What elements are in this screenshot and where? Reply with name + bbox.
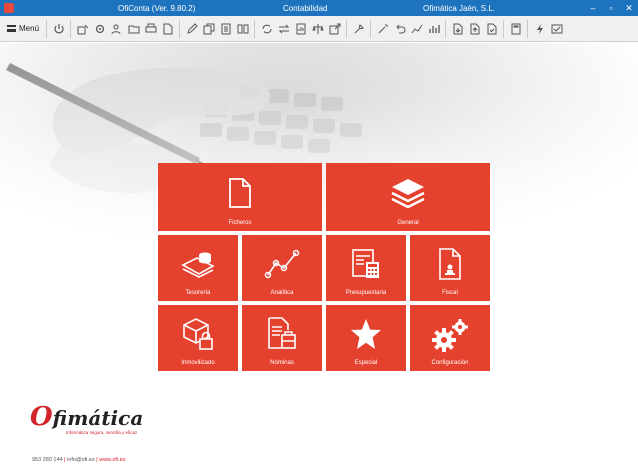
toolbar-separator <box>370 19 372 38</box>
hamburger-icon <box>7 25 16 32</box>
tile-label: Tesorería <box>185 290 211 296</box>
toolbar: Menú <box>0 16 638 42</box>
journal-icon[interactable] <box>219 19 232 39</box>
menu-button[interactable]: Menú <box>3 19 43 39</box>
wand-icon[interactable] <box>376 19 389 39</box>
tile-label: Ficheros <box>228 220 252 226</box>
contact-web[interactable]: www.ofi.es <box>99 457 125 463</box>
toolbar-separator <box>503 19 505 38</box>
copy-icon[interactable] <box>202 19 215 39</box>
contact-phone: 953 280 144 <box>32 457 63 463</box>
tile-label: Fiscal <box>442 290 458 296</box>
budget-calculator-icon <box>352 249 379 278</box>
tile-tesoreria[interactable]: Tesorería <box>158 235 238 301</box>
contact-email[interactable]: info@ofi.es <box>67 457 95 463</box>
power-icon[interactable] <box>52 19 65 39</box>
section-title: Contabilidad <box>283 4 328 13</box>
file-icon <box>229 178 251 208</box>
contact-line: 953 280 144 | info@ofi.es | www.ofi.es <box>32 457 126 463</box>
tile-label: Inmovilizado <box>181 360 215 366</box>
users-icon[interactable] <box>110 19 123 39</box>
company-icon[interactable] <box>76 19 89 39</box>
toolbar-separator <box>346 19 348 38</box>
tile-label: Presupuestaria <box>345 290 387 296</box>
line-chart-icon <box>264 249 300 279</box>
logo-wordmark: Ofimática <box>30 402 144 432</box>
file-check-icon[interactable] <box>485 19 498 39</box>
locked-box-icon <box>183 318 213 350</box>
calculator-icon[interactable] <box>509 19 522 39</box>
tile-inmovilizado[interactable]: Inmovilizado <box>158 305 238 371</box>
tile-label: Especial <box>354 360 378 366</box>
tile-label: Nóminas <box>270 360 294 366</box>
ledger-icon[interactable] <box>236 19 249 39</box>
app-icon[interactable] <box>4 3 14 13</box>
stats-icon[interactable] <box>427 19 440 39</box>
toolbar-separator <box>527 19 529 38</box>
payroll-icon <box>268 317 296 349</box>
tile-ficheros[interactable]: Ficheros <box>158 163 322 231</box>
balance-icon[interactable] <box>311 19 324 39</box>
file-in-icon[interactable] <box>451 19 464 39</box>
export-icon[interactable] <box>328 19 341 39</box>
transfer-icon[interactable] <box>277 19 290 39</box>
toolbar-separator <box>254 19 256 38</box>
title-bar: OfiConta (Ver. 9.80.2) Contabilidad Ofim… <box>0 0 638 16</box>
toolbar-separator <box>70 19 72 38</box>
toolbar-separator <box>445 19 447 38</box>
print-icon[interactable] <box>144 19 157 39</box>
checklist-icon[interactable] <box>550 19 563 39</box>
tile-label: General <box>397 220 419 226</box>
stamped-document-icon <box>439 248 461 280</box>
maximize-button[interactable]: ▫ <box>606 2 616 14</box>
file-out-icon[interactable] <box>468 19 481 39</box>
company-logo: Ofimática Informática segura, sencilla y… <box>30 402 143 435</box>
chart-icon[interactable] <box>410 19 423 39</box>
tools-icon[interactable] <box>352 19 365 39</box>
toolbar-separator <box>179 19 181 38</box>
tile-label: Configuración <box>431 360 469 366</box>
sync-icon[interactable] <box>260 19 273 39</box>
gears-icon <box>432 319 468 352</box>
edit-icon[interactable] <box>185 19 198 39</box>
undo-icon[interactable] <box>393 19 406 39</box>
menu-label: Menú <box>19 24 40 33</box>
settings-icon[interactable] <box>93 19 106 39</box>
tile-fiscal[interactable]: Fiscal <box>410 235 490 301</box>
lightning-icon[interactable] <box>533 19 546 39</box>
app-title: OfiConta (Ver. 9.80.2) <box>118 4 196 13</box>
report-icon[interactable] <box>294 19 307 39</box>
money-icon <box>181 252 215 278</box>
document-icon[interactable] <box>161 19 174 39</box>
tile-analitica[interactable]: Analítica <box>242 235 322 301</box>
logo-tagline: Informática segura, sencilla y eficaz <box>66 430 138 435</box>
close-button[interactable]: ✕ <box>624 2 634 14</box>
star-icon <box>351 319 381 349</box>
tile-general[interactable]: General <box>326 163 490 231</box>
tile-especial[interactable]: Especial <box>326 305 406 371</box>
contact-separator: | <box>64 457 66 463</box>
minimize-button[interactable]: – <box>588 2 598 14</box>
tile-nominas[interactable]: Nóminas <box>242 305 322 371</box>
folder-icon[interactable] <box>127 19 140 39</box>
tile-presupuestaria[interactable]: Presupuestaria <box>326 235 406 301</box>
tile-configuracion[interactable]: Configuración <box>410 305 490 371</box>
layers-icon <box>391 179 425 209</box>
company-title: Ofimática Jaén, S.L. <box>423 4 496 13</box>
toolbar-separator <box>46 19 48 38</box>
contact-separator: | <box>96 457 98 463</box>
tile-label: Analítica <box>270 290 294 296</box>
